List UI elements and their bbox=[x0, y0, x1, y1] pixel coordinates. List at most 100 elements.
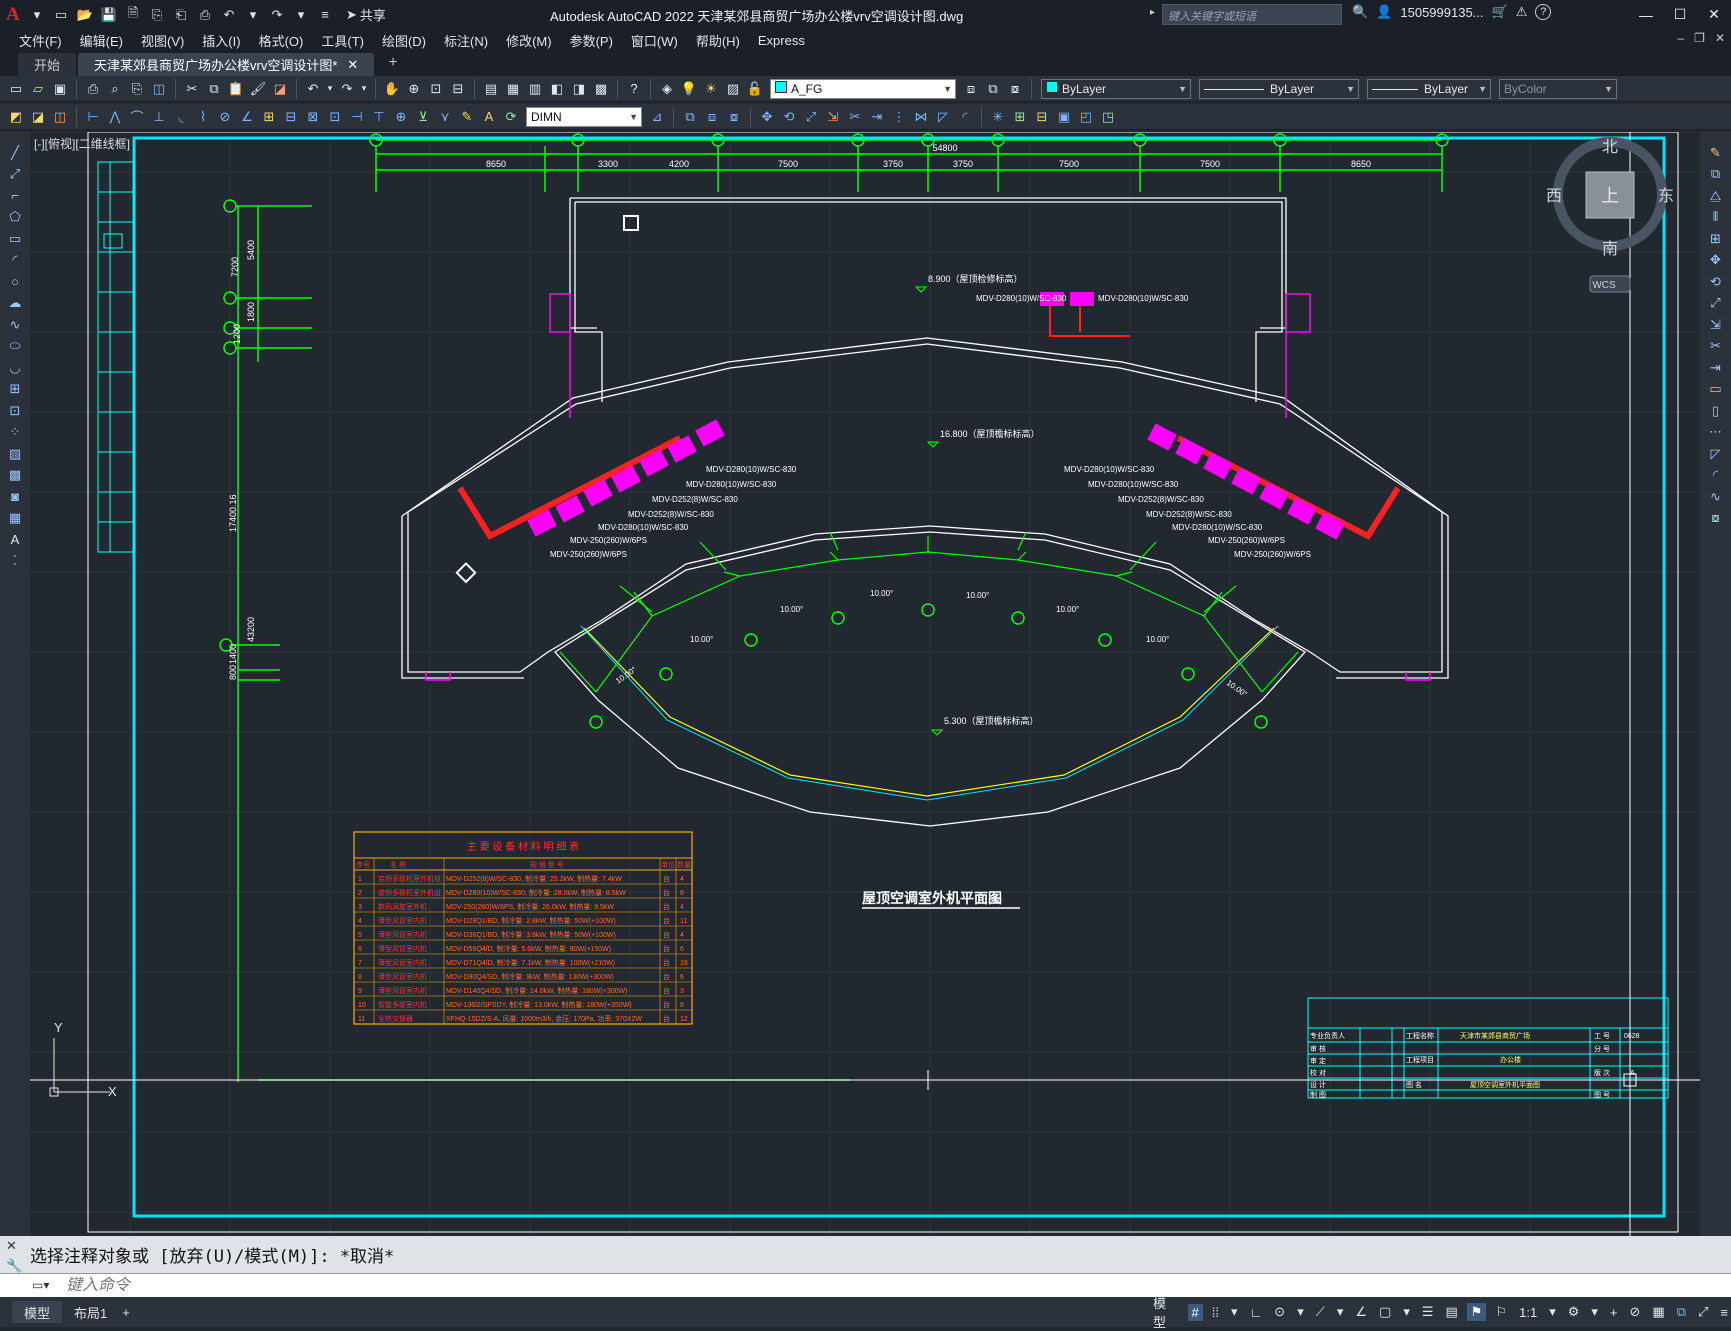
diameter-icon[interactable]: ⊘ bbox=[215, 107, 235, 127]
stretch-icon[interactable]: ⇲ bbox=[823, 107, 843, 127]
offset-icon[interactable]: ⫴ bbox=[1705, 207, 1727, 229]
layer-properties-icon[interactable]: ◈ bbox=[657, 79, 677, 99]
mtext-icon[interactable]: A bbox=[4, 529, 26, 551]
inspect-icon[interactable]: ⊻ bbox=[413, 107, 433, 127]
markup-set-icon[interactable]: ◳ bbox=[1098, 107, 1118, 127]
menu-format[interactable]: 格式(O) bbox=[250, 31, 313, 50]
close-command-icon[interactable]: ✕ bbox=[6, 1238, 22, 1254]
erase-icon[interactable]: ✎ bbox=[1705, 142, 1727, 164]
layer-on-icon[interactable]: 💡 bbox=[679, 79, 699, 99]
sheet-set-icon[interactable]: ◧ bbox=[547, 79, 567, 99]
command-recent-icon[interactable]: ▭▾ bbox=[32, 1278, 49, 1292]
polar-icon[interactable]: ⊙ bbox=[1271, 1304, 1288, 1320]
viewcube-south[interactable]: 南 bbox=[1602, 240, 1618, 258]
annotation-visibility-icon[interactable]: ⚑ bbox=[1466, 1303, 1487, 1321]
polyline-icon[interactable]: ⌐ bbox=[4, 185, 26, 207]
annotation-scale[interactable]: 1:1 bbox=[1516, 1305, 1540, 1320]
layer-select[interactable]: A_FG ▼ bbox=[770, 78, 956, 99]
tab-layout1[interactable]: 布局1 bbox=[62, 1301, 119, 1323]
viewcube-east[interactable]: 东 bbox=[1658, 187, 1674, 205]
layer-freeze-icon[interactable]: ☀ bbox=[701, 79, 721, 99]
jogged-icon[interactable]: ⌇ bbox=[193, 107, 213, 127]
ellipse-arc-icon[interactable]: ◡ bbox=[4, 357, 26, 379]
xref-icon[interactable]: ⊟ bbox=[1032, 107, 1052, 127]
customize-icon[interactable]: ≡ bbox=[1717, 1305, 1731, 1320]
trim-icon[interactable]: ✂ bbox=[1705, 336, 1727, 358]
hatch-icon[interactable]: ▨ bbox=[4, 443, 26, 465]
mirror-icon[interactable]: ⧋ bbox=[1705, 185, 1727, 207]
tolerance-icon[interactable]: ⊤ bbox=[369, 107, 389, 127]
baseline-icon[interactable]: ⊟ bbox=[281, 107, 301, 127]
join-icon[interactable]: ⋈ bbox=[911, 107, 931, 127]
dim-update-icon[interactable]: ⟳ bbox=[501, 107, 521, 127]
undo-icon[interactable]: ↶ bbox=[303, 79, 323, 99]
autodesk-connect-icon[interactable]: ⚠ bbox=[1516, 4, 1528, 20]
save-as-icon[interactable]: 🗎 bbox=[124, 5, 142, 24]
angular-icon[interactable]: ∠ bbox=[237, 107, 257, 127]
save-icon[interactable]: 💾 bbox=[100, 6, 118, 24]
new-tab-icon[interactable]: + bbox=[376, 54, 409, 76]
scale-icon[interactable]: ⤢ bbox=[1705, 293, 1727, 315]
center-mark-icon[interactable]: ⊕ bbox=[391, 107, 411, 127]
lineweight-icon[interactable]: ☰ bbox=[1419, 1304, 1437, 1320]
region-icon[interactable]: ◙ bbox=[4, 486, 26, 508]
lock-ui-icon[interactable]: ⧉ bbox=[1674, 1304, 1689, 1320]
plot-icon[interactable]: ⎙ bbox=[83, 79, 103, 99]
offset-icon[interactable]: ⧇ bbox=[724, 107, 744, 127]
array-icon[interactable]: ⊞ bbox=[1705, 228, 1727, 250]
paste-icon[interactable]: 📋 bbox=[226, 79, 246, 99]
explode-icon[interactable]: ⧇ bbox=[1705, 508, 1727, 530]
gradient-icon[interactable]: ▩ bbox=[4, 465, 26, 487]
undo-dropdown-icon[interactable]: ▾ bbox=[325, 79, 335, 99]
linetype-select[interactable]: ByLayer ▼ bbox=[1199, 78, 1359, 99]
drawing-viewport[interactable]: 8650 3300 4200 7500 3750 3750 7500 7500 … bbox=[30, 132, 1700, 1236]
arc-icon[interactable]: ◜ bbox=[4, 250, 26, 272]
space-icon[interactable]: ⊡ bbox=[325, 107, 345, 127]
search-input[interactable]: 键入关键字或短语 bbox=[1162, 4, 1342, 25]
rotate-icon[interactable]: ⟲ bbox=[1705, 271, 1727, 293]
menu-view[interactable]: 视图(V) bbox=[132, 31, 193, 50]
rectangle-icon[interactable]: ▭ bbox=[4, 228, 26, 250]
copy-icon[interactable]: ⧉ bbox=[1705, 164, 1727, 186]
help-icon[interactable]: ? bbox=[1535, 4, 1552, 20]
arc-length-icon[interactable]: ⌒ bbox=[127, 107, 147, 127]
viewcube-north[interactable]: 北 bbox=[1602, 138, 1618, 156]
units-icon[interactable]: ⊘ bbox=[1627, 1304, 1644, 1320]
ortho-icon[interactable]: ∟ bbox=[1247, 1305, 1266, 1320]
jogged-linear-icon[interactable]: ⋎ bbox=[435, 107, 455, 127]
blend-icon[interactable]: ∿ bbox=[1705, 486, 1727, 508]
menu-draw[interactable]: 绘图(D) bbox=[373, 31, 435, 50]
extend-icon[interactable]: ⇥ bbox=[1705, 357, 1727, 379]
help-icon[interactable]: ? bbox=[624, 79, 644, 99]
extend-icon[interactable]: ⇥ bbox=[867, 107, 887, 127]
break-icon[interactable]: ▯ bbox=[1705, 400, 1727, 422]
object-snap-icon[interactable]: ▢ bbox=[1376, 1304, 1394, 1320]
menu-file[interactable]: 文件(F) bbox=[10, 31, 71, 50]
doc-minimize-icon[interactable]: – bbox=[1677, 31, 1684, 45]
polygon-icon[interactable]: ⬠ bbox=[4, 207, 26, 229]
auto-scale-icon[interactable]: ⚐ bbox=[1492, 1304, 1510, 1320]
app-menu-chevron-icon[interactable]: ▾ bbox=[28, 6, 46, 24]
circle-icon[interactable]: ○ bbox=[4, 271, 26, 293]
close-button[interactable]: ✕ bbox=[1697, 0, 1731, 29]
grip-square[interactable] bbox=[623, 215, 639, 231]
dimstyle-select[interactable]: DIMN ▼ bbox=[526, 106, 642, 127]
save-to-web-icon[interactable]: ⎗ bbox=[172, 6, 190, 24]
dim-edit-icon[interactable]: ✎ bbox=[457, 107, 477, 127]
open-icon[interactable]: ▱ bbox=[28, 79, 48, 99]
viewcube-west[interactable]: 西 bbox=[1546, 188, 1562, 205]
menu-window[interactable]: 窗口(W) bbox=[622, 31, 687, 50]
scale-dropdown-icon[interactable]: ▾ bbox=[1546, 1304, 1559, 1320]
open-from-web-icon[interactable]: ⎘ bbox=[148, 6, 166, 24]
zoom-window-icon[interactable]: ⊡ bbox=[426, 79, 446, 99]
rotate-icon[interactable]: ⟲ bbox=[779, 107, 799, 127]
trim-icon[interactable]: ✂ bbox=[845, 107, 865, 127]
cut-icon[interactable]: ✂ bbox=[182, 79, 202, 99]
markup-icon[interactable]: ◨ bbox=[569, 79, 589, 99]
move-icon[interactable]: ✥ bbox=[757, 107, 777, 127]
publish-icon[interactable]: ⎘ bbox=[127, 79, 147, 99]
move-icon[interactable]: ✥ bbox=[1705, 250, 1727, 272]
redo-dropdown-icon[interactable]: ▾ bbox=[359, 79, 369, 99]
join-icon[interactable]: ⋯ bbox=[1705, 422, 1727, 444]
annotation-monitor-icon[interactable]: + bbox=[1607, 1305, 1621, 1320]
